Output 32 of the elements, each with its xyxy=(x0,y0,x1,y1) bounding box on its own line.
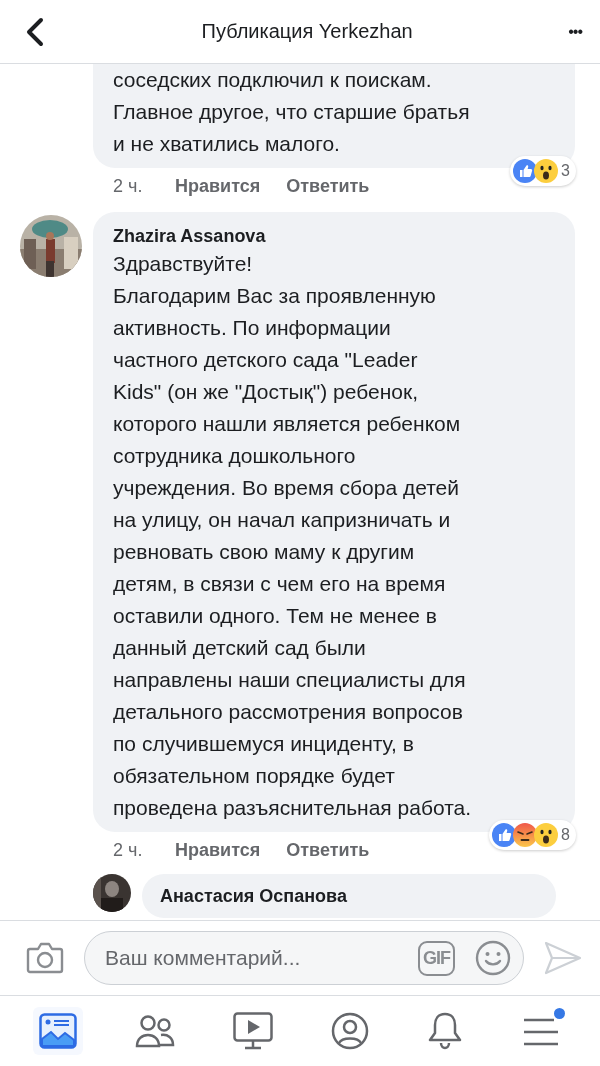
more-button[interactable]: ••• xyxy=(568,22,582,41)
wow-reaction-icon xyxy=(534,823,559,847)
like-link[interactable]: Нравится xyxy=(175,839,261,861)
feed-tab[interactable] xyxy=(33,1007,83,1055)
comment-input[interactable]: Ваш комментарий... GIF xyxy=(84,931,524,985)
comment-author[interactable]: Анастасия Оспанова xyxy=(160,884,538,908)
comment-author[interactable]: Zhazira Assanova xyxy=(113,224,565,248)
camera-icon[interactable] xyxy=(26,941,64,975)
angry-reaction-icon xyxy=(513,823,538,847)
reaction-count: 3 xyxy=(561,162,570,180)
comment-text: Здравствуйте! Благодарим Вас за проявленную активность. По информации частного детского сада "Leader Kids" (он же "Достық") ребенок, которого нашли является ребенком сотрудника дошкольного учреждения. Во время сбора детей на улицу, он начал капризничать и ревновать свою маму к другим детям, в связи с чем его на время оставили одного. Тем не менее в данный детский сад были направлены наши специалисты для детального рассмотрения вопросов по случившемуся инциденту, в обязательном порядке будет проведена разъяснительная работа. xyxy=(113,251,473,821)
reply-link[interactable]: Ответить xyxy=(286,839,370,861)
wow-reaction-icon xyxy=(534,159,559,183)
comment-time: 2 ч. xyxy=(113,175,144,197)
reaction-count: 8 xyxy=(561,826,570,844)
emoji-icon[interactable] xyxy=(475,940,511,976)
like-link[interactable]: Нравится xyxy=(175,175,261,197)
page-title: Публикация Yerkezhan xyxy=(201,20,413,43)
reactions-pill[interactable]: 8 xyxy=(489,820,576,850)
comment-text: соседских подключил к поискам. Главное другое, что старшие братья и не хватились малого. xyxy=(113,67,471,157)
reactions-pill[interactable]: 3 xyxy=(510,156,576,186)
like-reaction-icon xyxy=(513,159,538,183)
comment-time: 2 ч. xyxy=(113,839,144,861)
video-icon xyxy=(233,1012,273,1050)
bell-icon xyxy=(427,1012,463,1050)
friends-icon xyxy=(135,1013,175,1049)
gif-button[interactable]: GIF xyxy=(418,940,455,976)
reply-link[interactable]: Ответить xyxy=(286,175,370,197)
like-reaction-icon xyxy=(492,823,517,847)
profile-icon xyxy=(331,1012,369,1050)
feed-icon xyxy=(39,1013,77,1049)
back-button[interactable] xyxy=(24,16,46,47)
